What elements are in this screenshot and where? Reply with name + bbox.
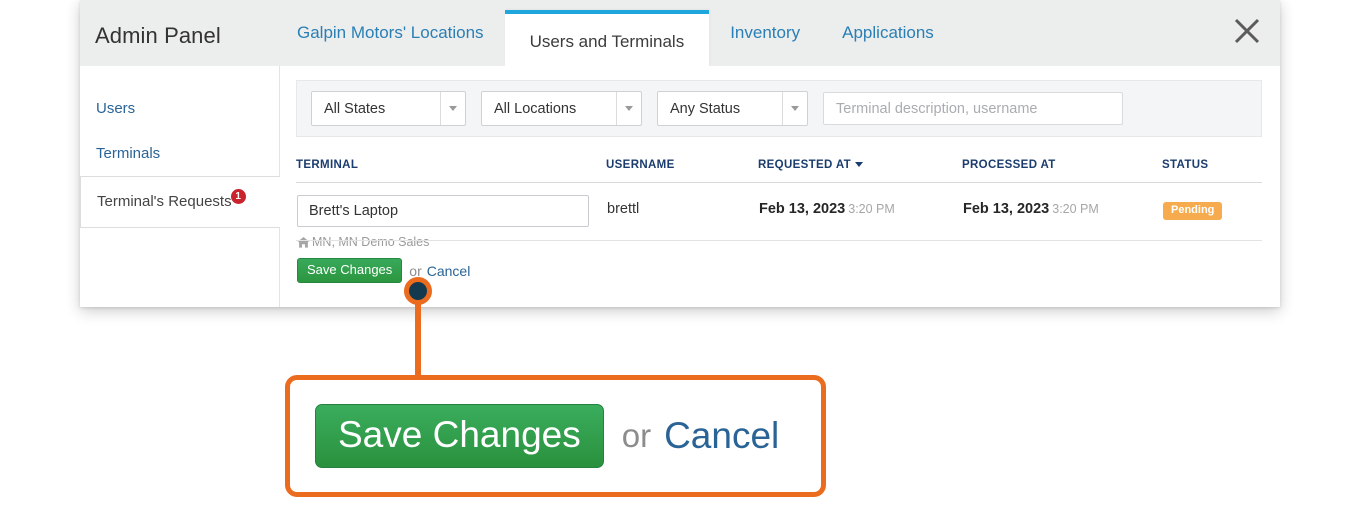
state-filter-select[interactable]: All States bbox=[311, 91, 466, 126]
column-header-username[interactable]: USERNAME bbox=[606, 159, 758, 183]
sidebar-item-label: Users bbox=[96, 100, 136, 117]
chevron-down-icon bbox=[782, 92, 807, 125]
callout-or-label: or bbox=[621, 417, 652, 454]
modal-body: Users Terminals Terminal's Requests 1 All… bbox=[80, 66, 1280, 307]
terminal-location: MN, MN Demo Sales bbox=[297, 235, 605, 249]
sidebar-item-terminals[interactable]: Terminals bbox=[80, 131, 279, 176]
sidebar: Users Terminals Terminal's Requests 1 bbox=[80, 66, 280, 307]
terminal-requests-table: TERMINAL USERNAME REQUESTED AT PROCESSED… bbox=[296, 159, 1262, 284]
column-header-status[interactable]: STATUS bbox=[1162, 159, 1262, 183]
admin-panel-modal: Admin Panel Galpin Motors' Locations Use… bbox=[80, 0, 1280, 307]
status-filter-value: Any Status bbox=[670, 100, 741, 117]
callout-save-changes-button[interactable]: Save Changes bbox=[315, 403, 604, 469]
terminal-description-input[interactable] bbox=[297, 195, 589, 227]
filter-bar: All States All Locations Any Status bbox=[296, 80, 1262, 137]
close-icon[interactable] bbox=[1230, 14, 1264, 48]
requested-time: 3:20 PM bbox=[848, 202, 895, 216]
column-header-requested-at-label: REQUESTED AT bbox=[758, 159, 852, 171]
tab-applications[interactable]: Applications bbox=[821, 0, 955, 66]
modal-header: Admin Panel Galpin Motors' Locations Use… bbox=[80, 0, 1280, 67]
cell-processed-at: Feb 13, 2023 3:20 PM bbox=[962, 183, 1162, 285]
processed-date: Feb 13, 2023 bbox=[963, 201, 1050, 217]
row-divider bbox=[296, 240, 1262, 241]
search-input[interactable] bbox=[823, 92, 1123, 125]
table-body: MN, MN Demo Sales Save Changes or Cancel… bbox=[296, 183, 1262, 285]
tab-inventory[interactable]: Inventory bbox=[709, 0, 821, 66]
column-header-requested-at[interactable]: REQUESTED AT bbox=[758, 159, 962, 183]
cell-terminal: MN, MN Demo Sales Save Changes or Cancel bbox=[296, 183, 606, 285]
status-filter-select[interactable]: Any Status bbox=[657, 91, 808, 126]
location-filter-value: All Locations bbox=[494, 100, 577, 117]
chevron-down-icon bbox=[440, 92, 465, 125]
cell-username: brettl bbox=[607, 201, 640, 217]
column-header-processed-at[interactable]: PROCESSED AT bbox=[962, 159, 1162, 183]
cell-status: Pending bbox=[1162, 183, 1262, 285]
status-badge: 1 bbox=[230, 189, 246, 204]
table-row: MN, MN Demo Sales Save Changes or Cancel… bbox=[296, 183, 1262, 285]
status-badge: Pending bbox=[1163, 202, 1223, 220]
processed-time: 3:20 PM bbox=[1052, 202, 1099, 216]
tab-users-and-terminals[interactable]: Users and Terminals bbox=[504, 10, 710, 66]
callout-target-marker bbox=[404, 277, 432, 305]
column-header-terminal[interactable]: TERMINAL bbox=[296, 159, 606, 183]
callout-zoom-box: Save Changes or Cancel bbox=[285, 375, 826, 497]
save-changes-button[interactable]: Save Changes bbox=[297, 258, 403, 284]
table-header-row: TERMINAL USERNAME REQUESTED AT PROCESSED… bbox=[296, 159, 1262, 183]
sidebar-item-users[interactable]: Users bbox=[80, 66, 279, 131]
sidebar-item-label: Terminals bbox=[96, 145, 161, 162]
table-header: TERMINAL USERNAME REQUESTED AT PROCESSED… bbox=[296, 159, 1262, 183]
location-filter-select[interactable]: All Locations bbox=[481, 91, 642, 126]
page-title: Admin Panel bbox=[95, 23, 221, 48]
sidebar-item-label: Terminal's Requests bbox=[97, 193, 232, 210]
chevron-down-icon bbox=[616, 92, 641, 125]
tab-bar: Galpin Motors' Locations Users and Termi… bbox=[276, 0, 955, 66]
row-actions: Save Changes or Cancel bbox=[297, 258, 605, 284]
tab-galpin-motors-locations[interactable]: Galpin Motors' Locations bbox=[276, 0, 505, 66]
home-icon bbox=[297, 236, 310, 249]
requested-date: Feb 13, 2023 bbox=[759, 201, 846, 217]
sort-descending-icon bbox=[855, 162, 864, 167]
sidebar-item-terminals-requests[interactable]: Terminal's Requests 1 bbox=[80, 176, 280, 228]
content-area: All States All Locations Any Status TERM… bbox=[280, 66, 1280, 307]
cell-requested-at: Feb 13, 2023 3:20 PM bbox=[758, 183, 962, 285]
cancel-link[interactable]: Cancel bbox=[427, 263, 471, 279]
callout-cancel-link[interactable]: Cancel bbox=[664, 415, 779, 457]
state-filter-value: All States bbox=[324, 100, 386, 117]
terminal-location-label: MN, MN Demo Sales bbox=[312, 235, 430, 249]
